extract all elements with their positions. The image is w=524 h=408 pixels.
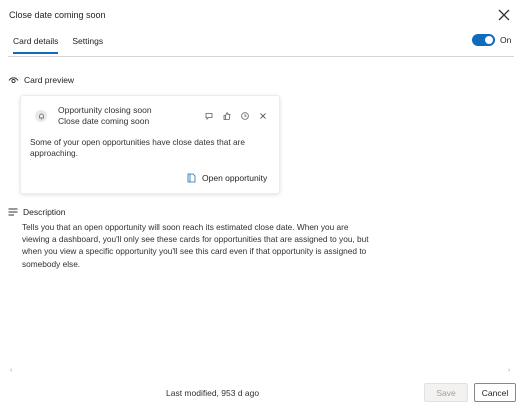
open-opportunity-button[interactable]: Open opportunity [187, 173, 267, 183]
description-label: Description [23, 207, 66, 217]
toggle-label: On [500, 35, 512, 45]
dismiss-icon[interactable] [257, 110, 269, 122]
scroll-left-arrow-icon[interactable]: ‹ [10, 367, 12, 374]
card-body-text: Some of your open opportunities have clo… [30, 137, 245, 158]
card-action-icons [203, 110, 269, 122]
dialog-title: Close date coming soon [9, 10, 106, 20]
chat-icon[interactable] [203, 110, 215, 122]
card-subtitle: Close date coming soon [58, 116, 150, 126]
tab-settings[interactable]: Settings [72, 35, 103, 55]
card-avatar [35, 110, 47, 122]
enable-toggle-group: On [472, 34, 511, 46]
cancel-button[interactable]: Cancel [474, 383, 516, 402]
preview-card: Opportunity closing soon Close date comi… [20, 95, 280, 194]
document-icon [187, 173, 196, 183]
close-icon[interactable] [497, 8, 511, 22]
card-preview-label: Card preview [24, 75, 75, 85]
tab-divider [8, 56, 514, 57]
enable-toggle[interactable] [472, 34, 495, 46]
card-title: Opportunity closing soon [58, 105, 152, 115]
eye-icon [8, 76, 19, 83]
tab-card-details[interactable]: Card details [13, 35, 59, 55]
scroll-right-arrow-icon[interactable]: › [508, 367, 510, 374]
description-text: Tells you that an open opportunity will … [22, 222, 369, 269]
last-modified-text: Last modified, 953 d ago [166, 388, 260, 398]
thumbs-up-icon[interactable] [221, 110, 233, 122]
description-heading: Description [8, 207, 66, 217]
toggle-knob [485, 36, 493, 44]
open-opportunity-label: Open opportunity [202, 173, 268, 183]
card-preview-heading: Card preview [8, 75, 74, 85]
tab-list: Card details Settings [13, 35, 103, 55]
bell-icon [38, 113, 44, 119]
clock-icon[interactable] [239, 110, 251, 122]
lines-icon [8, 208, 18, 216]
save-button[interactable]: Save [424, 383, 468, 402]
